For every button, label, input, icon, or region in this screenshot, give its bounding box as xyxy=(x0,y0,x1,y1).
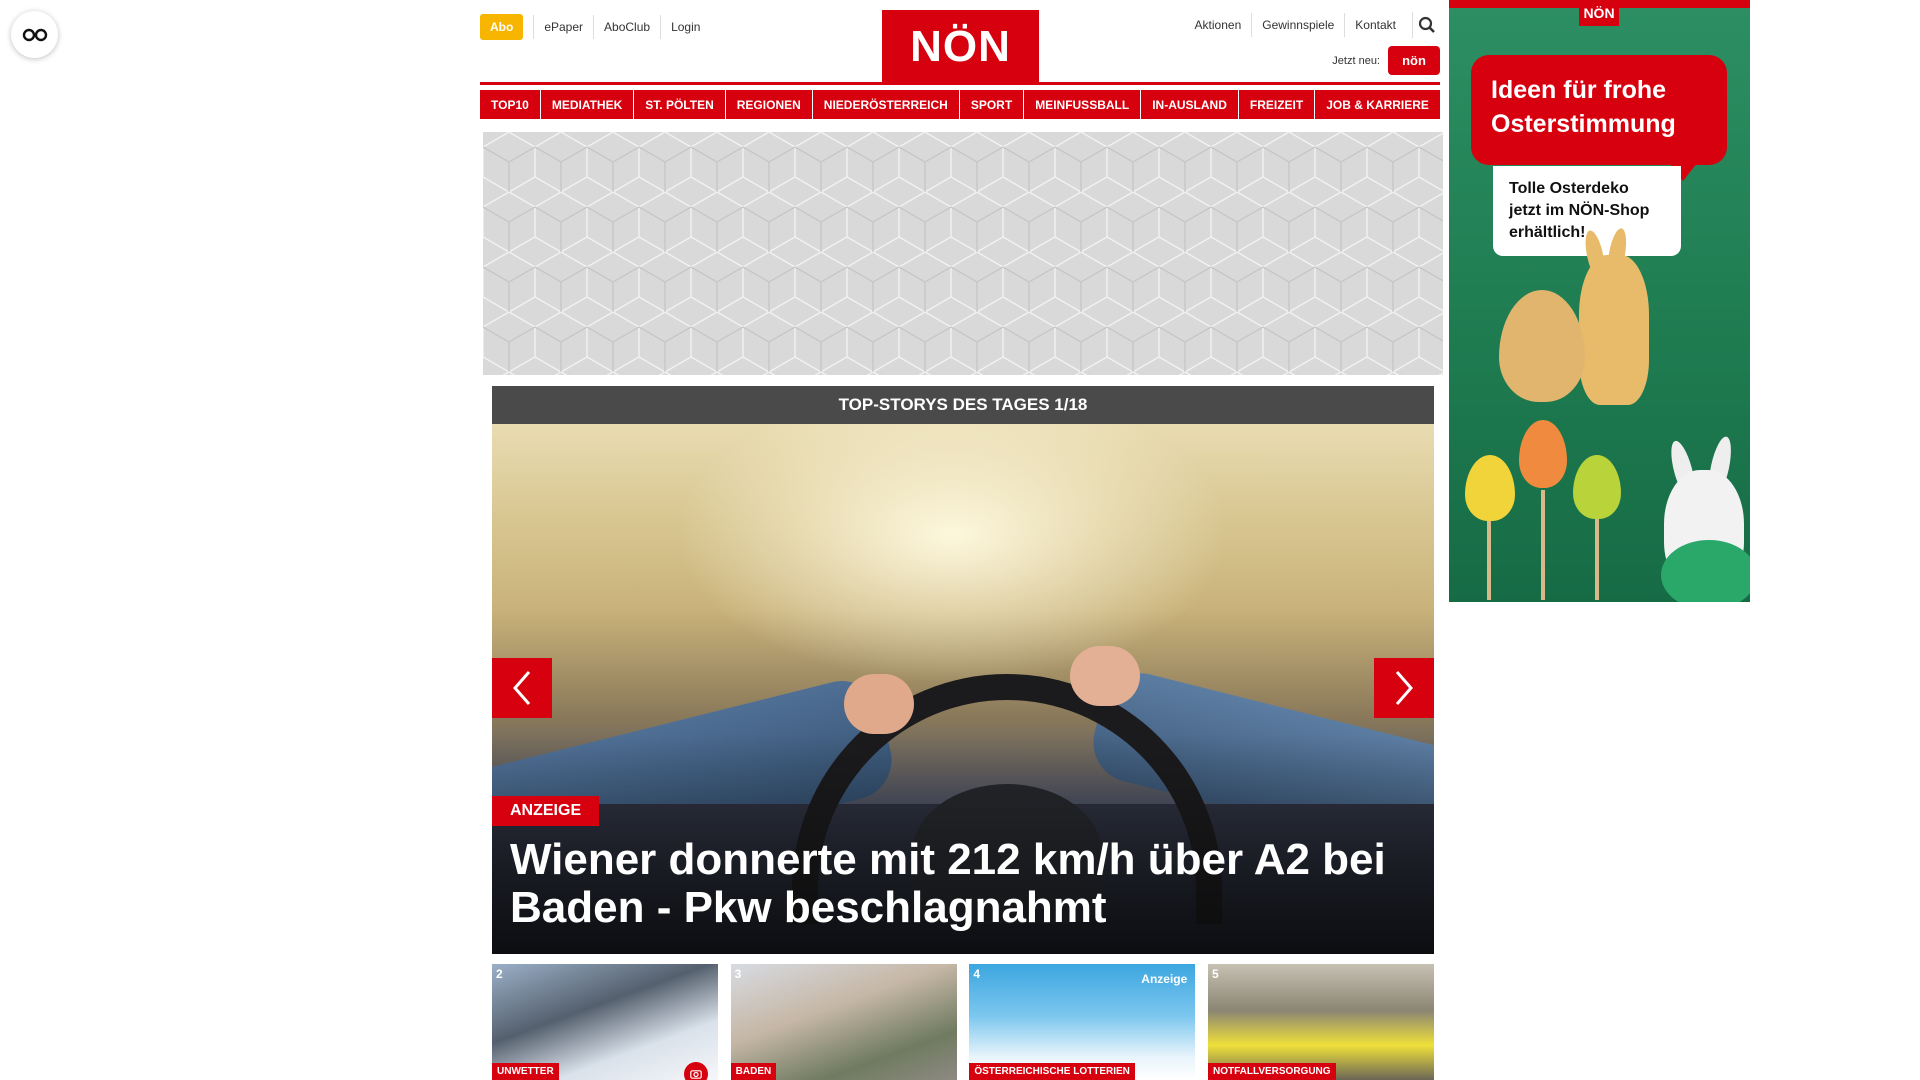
thumb-number: 4 xyxy=(973,967,980,981)
skyscraper-ad[interactable]: NÖN Ideen für frohe Osterstimmung Tolle … xyxy=(1449,0,1750,602)
hero-light xyxy=(672,424,1232,684)
ad-banner-placeholder[interactable] xyxy=(483,132,1443,375)
login-link[interactable]: Login xyxy=(660,15,710,39)
hero-tag: ANZEIGE xyxy=(492,796,600,826)
epaper-link[interactable]: ePaper xyxy=(533,15,593,39)
deco-egg-yellow xyxy=(1465,455,1515,521)
accessibility-glasses-icon xyxy=(22,28,47,41)
top-links: Abo ePaper AboClub Login xyxy=(480,14,710,40)
straw-bunny-figure xyxy=(1579,255,1649,405)
thumb-category: NOTFALLVERSORGUNG xyxy=(1207,1063,1336,1080)
thumb-category: ÖSTERREICHISCHE LOTTERIEN xyxy=(969,1063,1135,1080)
accessibility-button[interactable] xyxy=(11,11,58,58)
chevron-left-icon xyxy=(513,671,531,705)
main-nav: TOP10 MEDIATHEK ST. PÖLTEN REGIONEN NIED… xyxy=(480,90,1440,119)
story-thumbnails: 2 UNWETTER 3 BADEN 4 Anzeige ÖSTERREICHI… xyxy=(492,964,1434,1080)
nav-item-regionen[interactable]: REGIONEN xyxy=(725,90,812,119)
nav-item-sport[interactable]: SPORT xyxy=(959,90,1024,119)
page: Abo ePaper AboClub Login NÖN Aktionen Ge… xyxy=(0,0,1920,1080)
egg-stick xyxy=(1541,490,1545,600)
egg-stick xyxy=(1595,515,1599,600)
hero-headline[interactable]: Wiener donnerte mit 212 km/h über A2 bei… xyxy=(510,836,1420,932)
thumb-ad-label: Anzeige xyxy=(1141,972,1188,986)
jetzt-neu-badge[interactable]: nön xyxy=(1388,46,1440,75)
nav-item-in-ausland[interactable]: IN-AUSLAND xyxy=(1141,90,1238,119)
jetzt-neu-label: Jetzt neu: xyxy=(1332,54,1380,67)
thumb-story-3[interactable]: 3 BADEN xyxy=(730,964,957,1080)
ad-top-bar: NÖN xyxy=(1449,0,1750,26)
nav-item-mediathek[interactable]: MEDIATHEK xyxy=(540,90,634,119)
thumb-number: 5 xyxy=(1211,967,1219,981)
nav-item-top10[interactable]: TOP10 xyxy=(480,90,540,119)
top-stories: TOP-STORYS DES TAGES 1/18 ANZEIGE Wiener… xyxy=(492,386,1434,954)
aktionen-link[interactable]: Aktionen xyxy=(1185,13,1252,37)
main-column: Abo ePaper AboClub Login NÖN Aktionen Ge… xyxy=(480,0,1443,1080)
deco-egg-orange xyxy=(1519,420,1567,488)
nav-item-job-karriere[interactable]: JOB & KARRIERE xyxy=(1315,90,1440,119)
nav-item-freizeit[interactable]: FREIZEIT xyxy=(1238,90,1315,119)
site-header: Abo ePaper AboClub Login NÖN Aktionen Ge… xyxy=(480,0,1440,83)
carousel-next-button[interactable] xyxy=(1374,658,1434,718)
thumb-story-4[interactable]: 4 Anzeige ÖSTERREICHISCHE LOTTERIEN xyxy=(969,964,1196,1080)
jetzt-neu: Jetzt neu: nön xyxy=(1332,46,1440,75)
ad-headline: Ideen für frohe Osterstimmung xyxy=(1471,55,1727,181)
utility-links: Aktionen Gewinnspiele Kontakt xyxy=(1185,12,1440,38)
thumb-number: 2 xyxy=(496,967,503,981)
camera-icon xyxy=(684,1062,708,1080)
carousel-prev-button[interactable] xyxy=(492,658,552,718)
egg-stick xyxy=(1487,520,1491,600)
search-icon xyxy=(1418,16,1435,33)
gewinnspiele-link[interactable]: Gewinnspiele xyxy=(1251,13,1344,37)
thumb-story-5[interactable]: 5 NOTFALLVERSORGUNG xyxy=(1207,964,1434,1080)
straw-egg-figure xyxy=(1499,290,1585,402)
thumb-category: BADEN xyxy=(730,1063,777,1080)
hero-story[interactable]: ANZEIGE Wiener donnerte mit 212 km/h übe… xyxy=(492,424,1434,954)
thumb-category: UNWETTER xyxy=(492,1063,559,1080)
site-logo[interactable]: NÖN xyxy=(882,10,1039,83)
deco-egg-lime xyxy=(1573,455,1621,519)
hero-hand-right xyxy=(1070,646,1140,706)
hex-pattern xyxy=(483,132,1443,375)
green-egg-figure xyxy=(1661,540,1750,602)
ad-logo: NÖN xyxy=(1579,0,1619,26)
thumb-story-2[interactable]: 2 UNWETTER xyxy=(492,964,718,1080)
nav-item-niederoesterreich[interactable]: NIEDERÖSTERREICH xyxy=(812,90,959,119)
top-stories-title: TOP-STORYS DES TAGES 1/18 xyxy=(492,386,1434,424)
aboclub-link[interactable]: AboClub xyxy=(593,15,660,39)
search-button[interactable] xyxy=(1412,12,1440,38)
nav-item-st-poelten[interactable]: ST. PÖLTEN xyxy=(634,90,725,119)
nav-item-meinfussball[interactable]: MEINFUSSBALL xyxy=(1024,90,1141,119)
hero-hand-left xyxy=(844,674,914,734)
abo-button[interactable]: Abo xyxy=(480,14,524,40)
kontakt-link[interactable]: Kontakt xyxy=(1344,13,1406,37)
thumb-number: 3 xyxy=(734,967,742,981)
chevron-right-icon xyxy=(1395,671,1413,705)
